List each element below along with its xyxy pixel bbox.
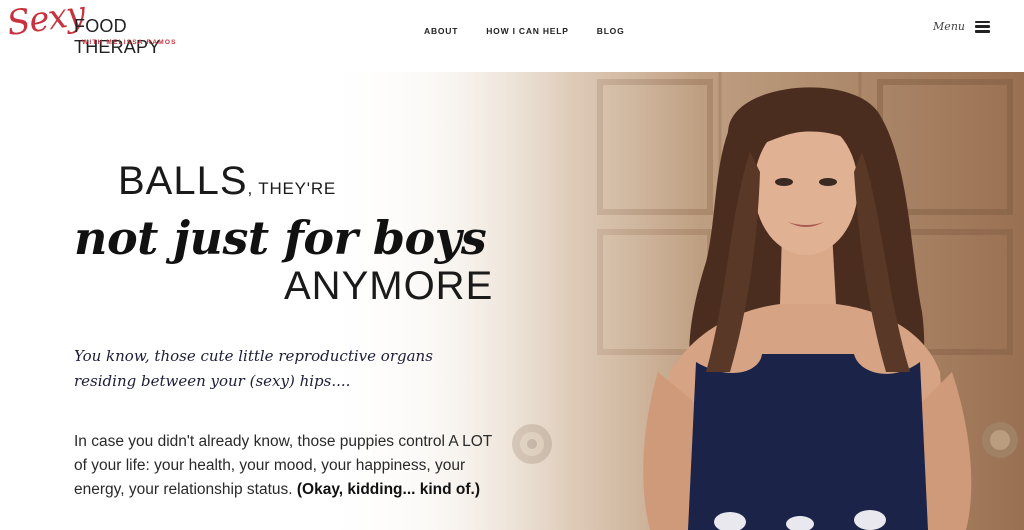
main-nav: ABOUT HOW I CAN HELP BLOG — [424, 26, 625, 36]
hero-portrait-image — [643, 87, 972, 530]
nav-item-how-i-can-help[interactable]: HOW I CAN HELP — [486, 26, 569, 36]
nav-item-about[interactable]: ABOUT — [424, 26, 458, 36]
hamburger-icon — [975, 20, 990, 33]
subhead-line-1: You know, those cute little reproductive… — [74, 347, 433, 365]
headline-balls: BALLS — [118, 159, 248, 203]
logo-sub-text: WITH MELISSA RAMOS — [82, 39, 177, 46]
body-text-bold: (Okay, kidding... kind of.) — [296, 481, 480, 498]
headline-line-1: BALLS, THEY'RE — [118, 158, 594, 212]
menu-button[interactable]: Menu — [933, 20, 990, 33]
headline-line-3: ANYMORE — [284, 264, 494, 308]
site-logo[interactable]: Sexy FOOD THERAPY WITH MELISSA RAMOS — [4, 0, 210, 64]
hero-section: BALLS, THEY'RE not just for boys ANYMORE… — [0, 72, 1024, 530]
hero-subhead: You know, those cute little reproductive… — [74, 344, 494, 394]
nav-item-blog[interactable]: BLOG — [597, 26, 625, 36]
headline-line-2: not just for boys — [74, 211, 487, 265]
headline-theyre: , THEY'RE — [247, 179, 337, 198]
hero-body-text: In case you didn't already know, those p… — [74, 430, 494, 502]
subhead-line-2: residing between your (sexy) hips.... — [74, 372, 351, 390]
menu-label: Menu — [933, 20, 965, 33]
logo-main-text: FOOD THERAPY — [74, 16, 161, 57]
hero-headline: BALLS, THEY'RE not just for boys ANYMORE — [74, 158, 594, 308]
site-header: Sexy FOOD THERAPY WITH MELISSA RAMOS ABO… — [0, 0, 1024, 72]
